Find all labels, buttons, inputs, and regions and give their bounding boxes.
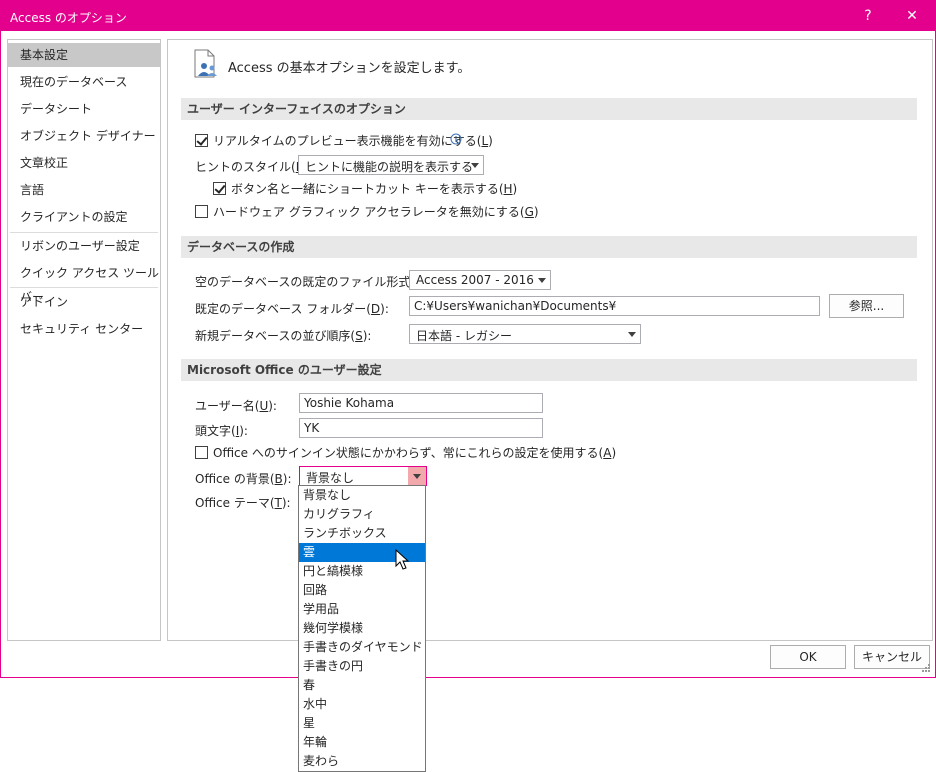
nav-item-general[interactable]: 基本設定 <box>8 43 160 67</box>
username-value: Yoshie Kohama <box>304 396 395 410</box>
section-ui-options: ユーザー インターフェイスのオプション <box>181 98 917 120</box>
nav-item-customize-ribbon[interactable]: リボンのユーザー設定 <box>8 234 160 258</box>
background-dropdown-list[interactable]: 背景なし カリグラフィ ランチボックス 雲 円と縞模様 回路 学用品 幾何学模様… <box>298 485 426 772</box>
initials-input[interactable]: YK <box>299 418 543 438</box>
dropdown-option[interactable]: 水中 <box>299 695 425 714</box>
username-label: ユーザー名(U): <box>195 399 277 413</box>
dropdown-option[interactable]: 春 <box>299 676 425 695</box>
initials-label: 頭文字(I): <box>195 424 248 438</box>
hw-accel-checkbox[interactable] <box>195 205 208 218</box>
chevron-down-icon <box>471 163 479 168</box>
nav-item-quick-access-toolbar[interactable]: クイック アクセス ツール バー <box>8 261 160 304</box>
close-button[interactable]: ✕ <box>897 1 927 31</box>
options-content: Access の基本オプションを設定します。 ユーザー インターフェイスのオプシ… <box>167 39 933 641</box>
sort-order-select[interactable]: 日本語 - レガシー <box>409 324 641 344</box>
browse-button[interactable]: 参照... <box>829 294 904 318</box>
dropdown-option[interactable]: 背景なし <box>299 486 425 505</box>
nav-item-language[interactable]: 言語 <box>8 178 160 202</box>
chevron-down-icon <box>628 332 636 337</box>
dropdown-option[interactable]: 回路 <box>299 581 425 600</box>
initials-value: YK <box>304 421 320 435</box>
options-dialog: Access のオプション ? ✕ 基本設定 現在のデータベース データシート … <box>0 0 936 678</box>
nav-separator <box>10 287 158 288</box>
chevron-down-icon <box>413 474 421 479</box>
nav-item-client-settings[interactable]: クライアントの設定 <box>8 205 160 229</box>
nav-item-addins[interactable]: アドイン <box>8 290 160 314</box>
background-value: 背景なし <box>306 471 355 485</box>
dropdown-option[interactable]: ランチボックス <box>299 524 425 543</box>
dropdown-option[interactable]: 幾何学模様 <box>299 619 425 638</box>
default-folder-label: 既定のデータベース フォルダー(D): <box>195 302 389 316</box>
nav-item-datasheet[interactable]: データシート <box>8 97 160 121</box>
default-folder-value: C:¥Users¥wanichan¥Documents¥ <box>414 299 617 313</box>
chevron-down-icon <box>538 278 546 283</box>
resize-grip-icon[interactable] <box>921 663 931 673</box>
username-input[interactable]: Yoshie Kohama <box>299 393 543 413</box>
nav-item-proofing[interactable]: 文章校正 <box>8 151 160 175</box>
mouse-cursor-icon <box>395 549 410 570</box>
sort-order-label: 新規データベースの並び順序(S): <box>195 329 372 343</box>
nav-separator <box>10 232 158 233</box>
help-button[interactable]: ? <box>853 1 883 31</box>
dropdown-option[interactable]: 麦わら <box>299 752 425 771</box>
section-database-creation: データベースの作成 <box>181 236 917 258</box>
title-bar: Access のオプション ? ✕ <box>1 1 935 31</box>
file-format-select[interactable]: Access 2007 - 2016 <box>409 270 551 290</box>
tooltip-style-select[interactable]: ヒントに機能の説明を表示する <box>298 155 484 175</box>
theme-label: Office テーマ(T): <box>195 496 291 510</box>
file-format-label: 空のデータベースの既定のファイル形式(F): <box>195 275 431 289</box>
nav-item-object-designers[interactable]: オブジェクト デザイナー <box>8 124 160 148</box>
category-nav: 基本設定 現在のデータベース データシート オブジェクト デザイナー 文章校正 … <box>7 39 161 641</box>
file-format-value: Access 2007 - 2016 <box>416 273 534 287</box>
dropdown-option[interactable]: 星 <box>299 714 425 733</box>
section-office-user: Microsoft Office のユーザー設定 <box>181 359 917 381</box>
nav-item-trust-center[interactable]: セキュリティ センター <box>8 317 160 341</box>
dropdown-option[interactable]: 手書きの円 <box>299 657 425 676</box>
always-use-checkbox[interactable] <box>195 446 208 459</box>
hw-accel-label: ハードウェア グラフィック アクセラレータを無効にする(G) <box>213 205 539 219</box>
options-person-icon <box>194 49 217 78</box>
always-use-label: Office へのサインイン状態にかかわらず、常にこれらの設定を使用する(A) <box>213 446 617 460</box>
default-folder-input[interactable]: C:¥Users¥wanichan¥Documents¥ <box>409 296 820 316</box>
dropdown-option[interactable]: 手書きのダイヤモンド <box>299 638 425 657</box>
ok-button[interactable]: OK <box>770 645 846 669</box>
tooltip-style-value: ヒントに機能の説明を表示する <box>305 160 474 174</box>
dropdown-option[interactable]: カリグラフィ <box>299 505 425 524</box>
dropdown-option[interactable]: 学用品 <box>299 600 425 619</box>
realtime-preview-checkbox[interactable] <box>195 134 208 147</box>
tooltip-style-label: ヒントのスタイル(R): <box>195 160 313 174</box>
window-title: Access のオプション <box>10 11 127 25</box>
info-icon[interactable] <box>450 133 462 145</box>
page-description: Access の基本オプションを設定します。 <box>228 61 471 76</box>
cancel-button[interactable]: キャンセル <box>854 645 930 669</box>
background-select[interactable]: 背景なし <box>299 466 427 486</box>
dropdown-option[interactable]: 年輪 <box>299 733 425 752</box>
shortcut-keys-checkbox[interactable] <box>213 182 226 195</box>
sort-order-value: 日本語 - レガシー <box>416 329 512 343</box>
nav-item-current-database[interactable]: 現在のデータベース <box>8 70 160 94</box>
background-label: Office の背景(B): <box>195 472 292 486</box>
shortcut-keys-label: ボタン名と一緒にショートカット キーを表示する(H) <box>231 182 518 196</box>
